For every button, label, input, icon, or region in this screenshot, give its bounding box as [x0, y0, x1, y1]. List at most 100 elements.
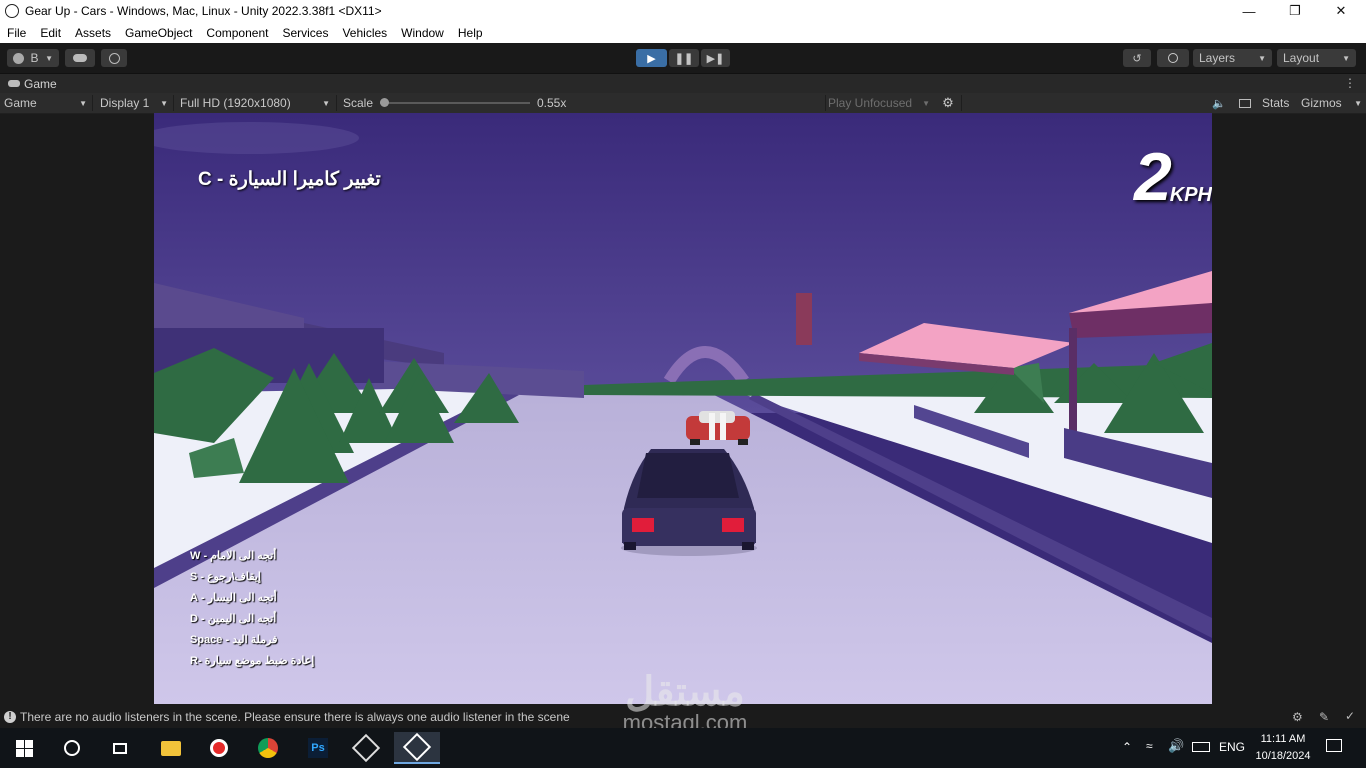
gamepad-icon	[8, 80, 20, 87]
play-button[interactable]: ▶	[636, 49, 667, 67]
divider	[92, 95, 93, 111]
control-forward: أتجه الى الامام - W	[190, 550, 277, 562]
control-left: أتجه الى اليسار - A	[190, 592, 277, 604]
task-view-icon	[113, 742, 127, 754]
close-icon[interactable]: ✕	[1318, 0, 1364, 22]
account-label: B	[30, 51, 39, 65]
taskbar-chrome[interactable]	[248, 732, 288, 764]
layout-label: Layout	[1283, 51, 1320, 65]
collab-button[interactable]	[101, 49, 127, 67]
photoshop-icon: Ps	[308, 738, 328, 758]
chrome-icon	[258, 738, 278, 758]
speed-unit: KPH	[1169, 184, 1212, 206]
gizmos-dropdown[interactable]: Gizmos ▼	[1297, 93, 1366, 113]
volume-icon[interactable]: 🔊	[1168, 738, 1184, 754]
taskbar-screen-recorder[interactable]	[199, 732, 239, 764]
display-dropdown[interactable]: Display 1 ▼	[96, 93, 172, 113]
scale-slider[interactable]	[380, 98, 530, 107]
taskbar-unity-editor[interactable]	[394, 732, 440, 764]
step-button[interactable]: ▶❚	[701, 49, 730, 67]
divider	[336, 95, 337, 111]
account-dropdown[interactable]: B ▼	[7, 49, 59, 67]
notification-icon[interactable]	[1326, 739, 1342, 752]
layers-label: Layers	[1199, 51, 1236, 65]
history-button[interactable]: ↺	[1123, 49, 1151, 67]
language-indicator[interactable]: ENG	[1219, 740, 1245, 754]
mute-audio-button[interactable]: 🔈	[1208, 93, 1230, 113]
menu-bar: File Edit Assets GameObject Component Se…	[0, 22, 1366, 43]
taskbar-photoshop[interactable]: Ps	[298, 732, 338, 764]
chevron-up-icon[interactable]: ⌃	[1122, 740, 1132, 754]
pause-button[interactable]: ❚❚	[669, 49, 699, 67]
layout-dropdown[interactable]: Layout ▼	[1277, 49, 1356, 67]
folder-icon	[161, 740, 181, 756]
scale-slider-handle[interactable]	[380, 98, 389, 107]
resolution-dropdown[interactable]: Full HD (1920x1080) ▼	[176, 93, 334, 113]
layers-dropdown[interactable]: Layers ▼	[1193, 49, 1272, 67]
chevron-down-icon: ▼	[79, 98, 87, 108]
menu-gameobject[interactable]: GameObject	[118, 26, 199, 40]
minimize-icon[interactable]: —	[1226, 0, 1272, 22]
game-viewport[interactable]: تغيير كاميرا السيارة - C 2 KPH أتجه الى …	[154, 113, 1212, 704]
cloud-icon	[73, 54, 87, 62]
bug-button[interactable]: ⚙	[936, 93, 960, 113]
search-icon	[64, 740, 80, 756]
check-circle-icon[interactable]: ✓	[1345, 709, 1355, 723]
console-status-bar[interactable]: ! There are no audio listeners in the sc…	[0, 706, 1366, 728]
start-button[interactable]	[4, 732, 44, 764]
play-focus-label: Play Unfocused	[828, 96, 913, 110]
aspect-grid-button[interactable]	[1234, 93, 1256, 113]
task-view-button[interactable]	[100, 732, 140, 764]
menu-file[interactable]: File	[0, 26, 33, 40]
bug-icon[interactable]: ⚙	[1292, 710, 1303, 724]
menu-services[interactable]: Services	[275, 26, 335, 40]
gizmos-label: Gizmos	[1301, 96, 1342, 110]
game-view-bar: Game ▼ Display 1 ▼ Full HD (1920x1080) ▼ Sc…	[0, 93, 1366, 114]
panel-menu-icon[interactable]: ⋮	[1344, 76, 1356, 90]
brush-icon[interactable]: ✎	[1319, 710, 1329, 724]
step-icon: ▶❚	[706, 52, 725, 65]
unity-editor-icon	[402, 732, 432, 762]
menu-vehicles[interactable]: Vehicles	[335, 26, 394, 40]
tab-game[interactable]: Game	[0, 74, 70, 93]
speed-value: 2	[1133, 139, 1172, 215]
menu-edit[interactable]: Edit	[33, 26, 68, 40]
stats-button[interactable]: Stats	[1258, 93, 1293, 113]
clock[interactable]: 11:11 AM 10/18/2024	[1250, 731, 1316, 765]
search-icon	[1168, 53, 1178, 63]
bug-icon: ⚙	[942, 95, 954, 110]
chevron-down-icon: ▼	[1342, 53, 1350, 63]
scale-label: Scale	[343, 96, 374, 110]
view-mode-label: Game	[4, 96, 37, 110]
camera-hint: تغيير كاميرا السيارة - C	[198, 169, 381, 190]
control-right: أتجه الى اليمين - D	[190, 613, 277, 625]
menu-assets[interactable]: Assets	[68, 26, 118, 40]
taskbar-file-explorer[interactable]	[151, 732, 191, 764]
scale-value: 0.55x	[537, 96, 567, 110]
history-icon: ↺	[1132, 52, 1142, 65]
search-button[interactable]	[52, 732, 92, 764]
unity-logo-icon	[5, 4, 19, 18]
cloud-button[interactable]	[65, 49, 95, 67]
account-icon	[13, 52, 24, 64]
main-toolbar: B ▼ ▶ ❚❚ ▶❚ ↺ Layers ▼ Layout ▼	[0, 43, 1366, 74]
search-button[interactable]	[1157, 49, 1189, 67]
menu-window[interactable]: Window	[394, 26, 451, 40]
view-mode-dropdown[interactable]: Game ▼	[0, 93, 91, 113]
maximize-icon[interactable]: ❐	[1272, 0, 1318, 22]
unity-hub-icon	[351, 733, 381, 763]
control-reset: إعادة ضبط موضع سيارة -R	[190, 655, 315, 667]
clock-date: 10/18/2024	[1255, 750, 1311, 762]
chevron-down-icon: ▼	[45, 53, 53, 63]
taskbar-unity-hub[interactable]	[346, 732, 386, 764]
menu-component[interactable]: Component	[199, 26, 275, 40]
tab-game-label: Game	[24, 76, 57, 91]
pause-icon: ❚❚	[674, 52, 694, 65]
battery-icon[interactable]	[1192, 742, 1210, 752]
play-focus-dropdown[interactable]: Play Unfocused ▼	[824, 93, 934, 113]
menu-help[interactable]: Help	[451, 26, 490, 40]
wifi-icon[interactable]: ≈	[1146, 739, 1153, 753]
flag-pole	[796, 293, 812, 345]
display-label: Display 1	[100, 96, 150, 110]
control-stop-reverse: إيقاف\رجوع - S	[190, 571, 261, 583]
